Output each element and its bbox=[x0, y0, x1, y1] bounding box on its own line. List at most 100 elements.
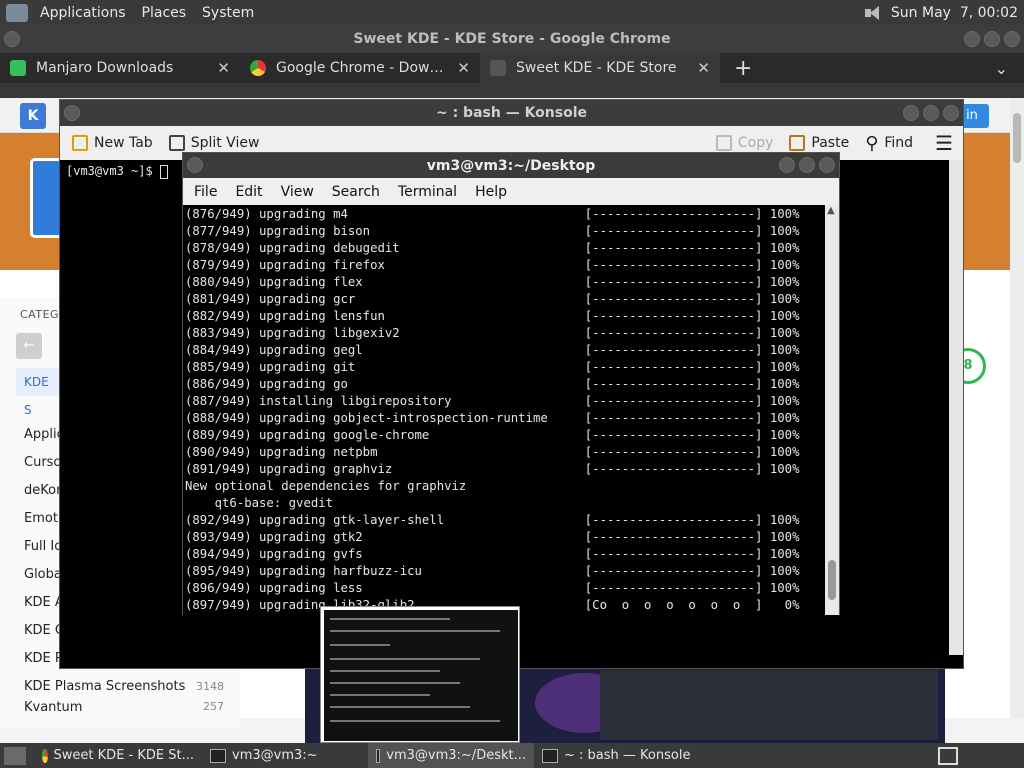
close-icon[interactable] bbox=[943, 105, 959, 121]
window-menu-icon[interactable] bbox=[4, 31, 20, 47]
scroll-up-icon[interactable]: ▲ bbox=[827, 205, 835, 216]
terminal-output[interactable]: (876/949) upgrading m4 [----------------… bbox=[183, 205, 827, 615]
terminal-line: (893/949) upgrading gtk2 [--------------… bbox=[185, 530, 800, 544]
clock[interactable]: Sun May 7, 00:02 bbox=[891, 5, 1018, 21]
window-menu-icon[interactable] bbox=[64, 105, 80, 121]
manjaro-favicon-icon bbox=[10, 60, 26, 76]
window-menu-buttons bbox=[64, 105, 80, 121]
terminal-line: (890/949) upgrading netpbm [------------… bbox=[185, 445, 800, 459]
terminal-line: New optional dependencies for graphviz bbox=[185, 479, 467, 493]
category-count: 3148 bbox=[196, 679, 224, 693]
terminal-window: vm3@vm3:~/Desktop File Edit View Search … bbox=[182, 152, 840, 615]
tab-close-icon[interactable]: ✕ bbox=[697, 59, 710, 77]
task-label: vm3@vm3:~ bbox=[232, 748, 318, 763]
menu-system[interactable]: System bbox=[194, 5, 262, 21]
terminal-line: (877/949) upgrading bison [-------------… bbox=[185, 224, 800, 238]
chrome-icon bbox=[42, 748, 48, 763]
copy-icon bbox=[715, 135, 732, 151]
window-menu-buttons bbox=[187, 157, 203, 173]
window-menu-icon[interactable] bbox=[187, 157, 203, 173]
menu-edit[interactable]: Edit bbox=[226, 184, 271, 200]
terminal-line: (896/949) upgrading less [--------------… bbox=[185, 581, 800, 595]
category-item[interactable]: Kvantum 257 bbox=[24, 700, 224, 714]
terminal-line: (881/949) upgrading gcr [---------------… bbox=[185, 292, 800, 306]
kde-store-favicon-icon bbox=[490, 60, 506, 76]
menu-search[interactable]: Search bbox=[323, 184, 389, 200]
menu-view[interactable]: View bbox=[272, 184, 323, 200]
tab-google-chrome[interactable]: Google Chrome - Download th ✕ bbox=[240, 53, 480, 83]
terminal-titlebar[interactable]: vm3@vm3:~/Desktop bbox=[183, 153, 839, 178]
terminal-line: (889/949) upgrading google-chrome [-----… bbox=[185, 428, 800, 442]
minimize-icon[interactable] bbox=[964, 31, 980, 47]
category-name: KDE Plasma Screenshots bbox=[24, 678, 186, 694]
konsole-scrollbar[interactable] bbox=[949, 160, 963, 655]
tab-close-icon[interactable]: ✕ bbox=[457, 59, 470, 77]
maximize-icon[interactable] bbox=[923, 105, 939, 121]
terminal-icon bbox=[542, 748, 558, 763]
category-count: 257 bbox=[203, 700, 224, 713]
tab-label: Sweet KDE - KDE Store bbox=[516, 60, 677, 76]
workspace-switcher[interactable] bbox=[938, 746, 958, 765]
category-name: Applic bbox=[24, 426, 64, 442]
terminal-line: (883/949) upgrading libgexiv2 [---------… bbox=[185, 326, 800, 340]
split-view-button[interactable]: Split View bbox=[165, 135, 264, 151]
tab-manjaro-downloads[interactable]: Manjaro Downloads ✕ bbox=[0, 53, 240, 83]
minimize-icon[interactable] bbox=[779, 157, 795, 173]
kde-logo-icon[interactable]: K bbox=[20, 103, 46, 129]
find-button[interactable]: ⚲ Find bbox=[861, 133, 917, 154]
paste-button[interactable]: Paste bbox=[785, 135, 853, 151]
split-view-icon bbox=[168, 135, 185, 151]
window-thumbnail-preview[interactable] bbox=[320, 606, 520, 743]
applications-icon[interactable] bbox=[6, 3, 28, 22]
terminal-window-title: vm3@vm3:~/Desktop bbox=[426, 157, 596, 174]
terminal-line: (879/949) upgrading firefox [-----------… bbox=[185, 258, 800, 272]
close-icon[interactable] bbox=[819, 157, 835, 173]
kde-store-filter[interactable]: KDE S bbox=[16, 368, 60, 417]
volume-icon[interactable] bbox=[864, 5, 883, 21]
menu-applications[interactable]: Applications bbox=[32, 5, 134, 21]
terminal-line: (885/949) upgrading git [---------------… bbox=[185, 360, 800, 374]
terminal-line: (891/949) upgrading graphviz [----------… bbox=[185, 462, 800, 476]
terminal-icon bbox=[210, 748, 226, 763]
back-category-icon[interactable]: ← bbox=[16, 333, 42, 359]
top-panel: Applications Places System Sun May 7, 00… bbox=[0, 0, 1024, 25]
copy-button[interactable]: Copy bbox=[712, 135, 778, 151]
terminal-scrollbar[interactable]: ▲ bbox=[825, 205, 839, 615]
taskbar-item-konsole[interactable]: ~ : bash — Konsole bbox=[534, 743, 724, 768]
menu-places[interactable]: Places bbox=[134, 5, 195, 21]
terminal-window-controls bbox=[779, 157, 835, 173]
bottom-taskbar: Sweet KDE - KDE St... vm3@vm3:~ vm3@vm3:… bbox=[0, 743, 1024, 768]
tab-search-button[interactable]: ⌄ bbox=[995, 59, 1024, 78]
menu-help[interactable]: Help bbox=[466, 184, 516, 200]
taskbar-item-terminal-home[interactable]: vm3@vm3:~ bbox=[202, 743, 368, 768]
terminal-line: (892/949) upgrading gtk-layer-shell [---… bbox=[185, 513, 800, 527]
menu-terminal[interactable]: Terminal bbox=[389, 184, 466, 200]
copy-label: Copy bbox=[737, 135, 774, 151]
show-desktop-button[interactable] bbox=[0, 743, 34, 768]
chrome-titlebar[interactable]: Sweet KDE - KDE Store - Google Chrome bbox=[0, 25, 1024, 53]
tab-sweet-kde[interactable]: Sweet KDE - KDE Store ✕ bbox=[480, 53, 720, 83]
maximize-icon[interactable] bbox=[799, 157, 815, 173]
category-item[interactable]: KDE Plasma Screenshots 3148 bbox=[24, 672, 224, 700]
window-menu-buttons bbox=[4, 31, 20, 47]
terminal-line: (878/949) upgrading debugedit [---------… bbox=[185, 241, 800, 255]
taskbar-item-chrome[interactable]: Sweet KDE - KDE St... bbox=[34, 743, 202, 768]
hamburger-menu-icon[interactable]: ☰ bbox=[925, 131, 963, 155]
close-icon[interactable] bbox=[1004, 31, 1020, 47]
tab-close-icon[interactable]: ✕ bbox=[217, 59, 230, 77]
category-name: KDE A bbox=[24, 594, 64, 610]
page-scrollbar[interactable] bbox=[1010, 98, 1024, 718]
maximize-icon[interactable] bbox=[984, 31, 1000, 47]
tab-label: Manjaro Downloads bbox=[36, 60, 174, 76]
new-tab-button[interactable]: + bbox=[720, 56, 766, 81]
task-label: vm3@vm3:~/Deskt... bbox=[386, 748, 526, 763]
terminal-line: (886/949) upgrading go [----------------… bbox=[185, 377, 800, 391]
konsole-titlebar[interactable]: ~ : bash — Konsole bbox=[60, 100, 963, 126]
menu-file[interactable]: File bbox=[185, 184, 226, 200]
scrollbar-thumb[interactable] bbox=[828, 560, 836, 600]
taskbar-item-terminal-desktop[interactable]: vm3@vm3:~/Deskt... bbox=[368, 743, 534, 768]
terminal-line: (894/949) upgrading gvfs [--------------… bbox=[185, 547, 800, 561]
terminal-line: (876/949) upgrading m4 [----------------… bbox=[185, 207, 800, 221]
minimize-icon[interactable] bbox=[903, 105, 919, 121]
new-tab-button[interactable]: New Tab bbox=[68, 135, 157, 151]
